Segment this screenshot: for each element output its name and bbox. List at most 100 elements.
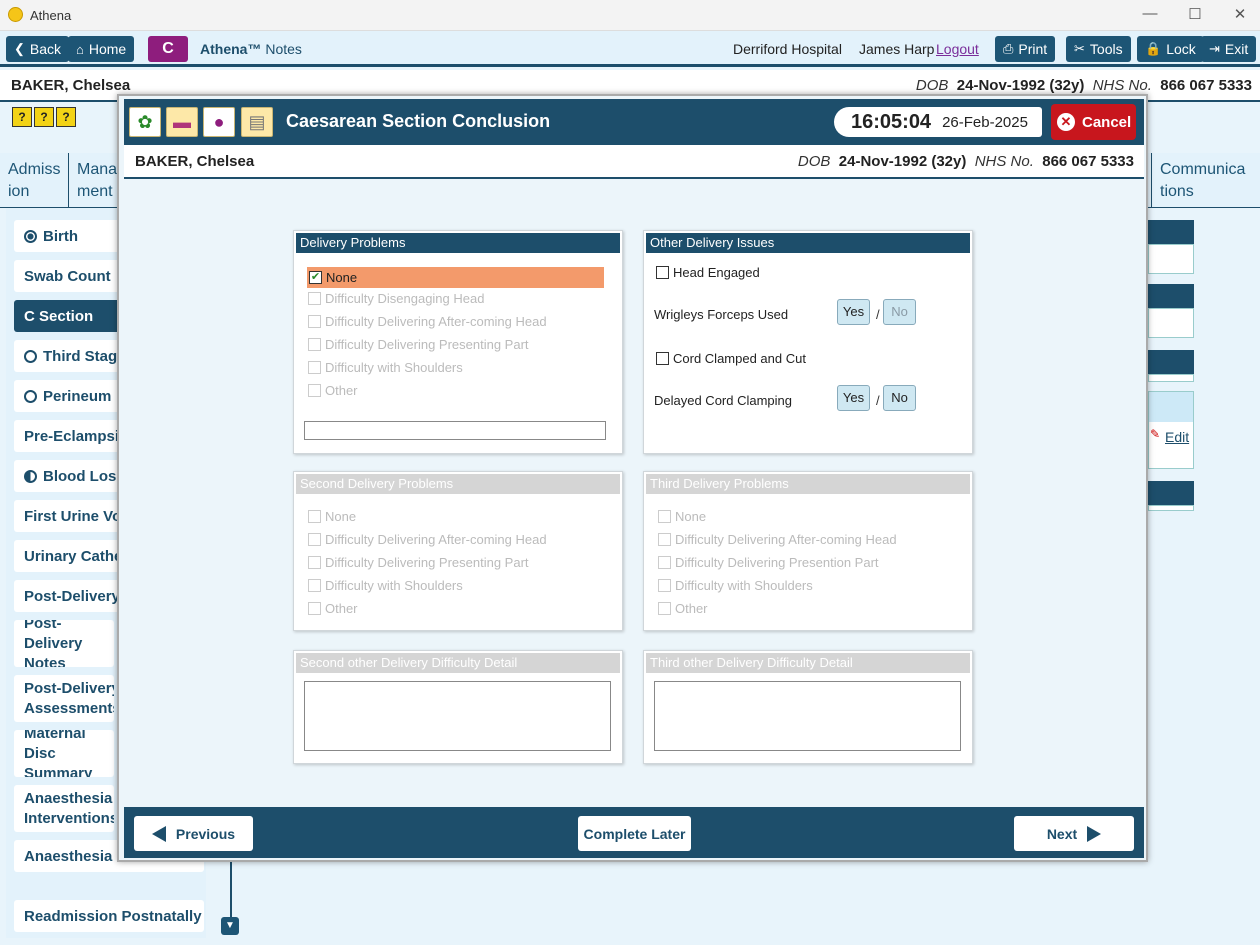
- tools-icon: ✂: [1074, 41, 1085, 56]
- next-button[interactable]: Next: [1014, 816, 1134, 851]
- separator: /: [876, 307, 880, 322]
- panel-body: [1148, 505, 1194, 511]
- checkbox-presenting-part[interactable]: Difficulty Delivering Presenting Part: [308, 555, 529, 570]
- lock-icon: 🔒: [1145, 41, 1162, 56]
- sidebar-item-label: Urinary Cathe: [24, 547, 123, 565]
- chevron-left-icon: ❮: [14, 41, 25, 56]
- edit-link[interactable]: Edit: [1165, 429, 1189, 445]
- flower-icon[interactable]: ✿: [129, 107, 161, 137]
- app-name: Athena™ Notes: [200, 41, 302, 57]
- option-label: Difficulty Delivering After-coming Head: [325, 314, 547, 329]
- checkbox-none[interactable]: None: [658, 509, 706, 524]
- tab-management[interactable]: Mana ment: [69, 153, 119, 208]
- checkbox-shoulders[interactable]: Difficulty with Shoulders: [308, 360, 463, 375]
- athena-logo-icon: [8, 7, 23, 22]
- notes-icon[interactable]: ▤: [241, 107, 273, 137]
- checkbox-cord-clamped[interactable]: Cord Clamped and Cut: [656, 351, 806, 366]
- back-button[interactable]: ❮ Back: [6, 36, 70, 62]
- sidebar-item-readmission-postnatally[interactable]: Readmission Postnatally: [14, 900, 204, 932]
- checkbox-box: [308, 384, 321, 397]
- checkbox-difficulty-disengaging-head[interactable]: Difficulty Disengaging Head: [308, 291, 484, 306]
- tab-admission[interactable]: Admiss ion: [0, 153, 69, 208]
- scroll-down-icon[interactable]: ▼: [221, 917, 239, 935]
- sidebar-item-post-delivery-assessments[interactable]: Post-Delivery Assessments: [14, 675, 114, 722]
- checkbox-box: [658, 510, 671, 523]
- dob-label: DOB: [915, 77, 949, 94]
- tools-label: Tools: [1089, 41, 1123, 57]
- third-detail-panel: Third other Delivery Difficulty Detail: [643, 650, 973, 764]
- checkbox-shoulders[interactable]: Difficulty with Shoulders: [658, 578, 813, 593]
- sidebar-item-label: Blood Loss: [43, 467, 125, 485]
- previous-button[interactable]: Previous: [134, 816, 253, 851]
- home-button[interactable]: ⌂ Home: [68, 36, 135, 62]
- panel-title: Third Delivery Problems: [646, 474, 970, 494]
- sidebar-item-anaesthesia-interventions[interactable]: Anaesthesia Interventions: [14, 785, 114, 832]
- main-toolbar: ❮ Back ⌂ Home C Athena™ Notes Derriford Ho…: [0, 31, 1260, 67]
- delayed-no-button[interactable]: No: [883, 385, 916, 411]
- checkbox-shoulders[interactable]: Difficulty with Shoulders: [308, 578, 463, 593]
- dob-label: DOB: [797, 153, 831, 170]
- panel-title: Delivery Problems: [296, 233, 620, 253]
- lock-label: Lock: [1166, 41, 1196, 57]
- checkbox-box: [308, 579, 321, 592]
- checkbox-presenting-part[interactable]: Difficulty Delivering Presention Part: [658, 555, 879, 570]
- print-button[interactable]: ⎙ Print: [995, 36, 1056, 62]
- sidebar-item-post-delivery-notes[interactable]: Post-Delivery Notes: [14, 620, 114, 667]
- delayed-yes-button[interactable]: Yes: [837, 385, 870, 411]
- panel-header: [1148, 284, 1194, 308]
- checkbox-other[interactable]: Other: [658, 601, 708, 616]
- wrigleys-no-button[interactable]: No: [883, 299, 916, 325]
- question-alert-icon[interactable]: ?: [56, 107, 76, 127]
- checkbox-box: [308, 533, 321, 546]
- complete-later-button[interactable]: Complete Later: [578, 816, 691, 851]
- nhs-label: NHS No.: [974, 153, 1034, 170]
- back-label: Back: [29, 41, 62, 57]
- option-label: Other: [675, 601, 708, 616]
- checkbox-after-coming-head[interactable]: Difficulty Delivering After-coming Head: [308, 314, 547, 329]
- maximize-icon[interactable]: ☐: [1180, 5, 1210, 23]
- checkbox-box: [656, 266, 669, 279]
- checkbox-presenting-part[interactable]: Difficulty Delivering Presenting Part: [308, 337, 529, 352]
- sidebar-item-label: Swab Count: [24, 267, 111, 285]
- datetime-display[interactable]: 16:05:04 26-Feb-2025: [834, 107, 1042, 137]
- patient-identifiers: DOB 24-Nov-1992 (32y) NHS No. 866 067 53…: [916, 77, 1252, 94]
- other-detail-input[interactable]: [304, 421, 606, 440]
- third-detail-textarea[interactable]: [654, 681, 961, 751]
- sidebar-item-label: Post-Delivery Assessments: [24, 679, 114, 717]
- option-label: Other: [325, 601, 358, 616]
- logout-link[interactable]: Logout: [936, 41, 979, 57]
- checkbox-head-engaged[interactable]: Head Engaged: [656, 265, 760, 280]
- window-titlebar: Athena — ☐ ✕: [0, 0, 1260, 31]
- patient-context-badge[interactable]: C: [148, 36, 188, 62]
- tab-communications[interactable]: Communica tions: [1151, 153, 1256, 208]
- close-circle-icon: ✕: [1057, 113, 1075, 131]
- nhs-label: NHS No.: [1092, 77, 1152, 94]
- wrigleys-yes-button[interactable]: Yes: [837, 299, 870, 325]
- checkbox-none[interactable]: ✔ None: [307, 267, 604, 288]
- close-icon[interactable]: ✕: [1225, 5, 1255, 23]
- minimize-icon[interactable]: —: [1135, 5, 1165, 22]
- cancel-button[interactable]: ✕ Cancel: [1051, 104, 1136, 140]
- medication-icon[interactable]: ▬: [166, 107, 198, 137]
- second-detail-panel: Second other Delivery Difficulty Detail: [293, 650, 623, 764]
- next-label: Next: [1046, 825, 1078, 842]
- checkbox-other[interactable]: Other: [308, 601, 358, 616]
- dialog-title: Caesarean Section Conclusion: [286, 111, 551, 131]
- mother-baby-icon[interactable]: ●: [203, 107, 235, 137]
- checkbox-after-coming-head[interactable]: Difficulty Delivering After-coming Head: [308, 532, 547, 547]
- sidebar-item-label: Post-Delivery Notes: [24, 620, 83, 667]
- note-alert-icon[interactable]: ?: [12, 107, 32, 127]
- exit-button[interactable]: ⇥ Exit: [1201, 36, 1257, 62]
- arrow-left-icon: [151, 825, 166, 842]
- option-label: None: [325, 509, 357, 524]
- second-detail-textarea[interactable]: [304, 681, 611, 751]
- tools-button[interactable]: ✂ Tools: [1066, 36, 1131, 62]
- checkbox-after-coming-head[interactable]: Difficulty Delivering After-coming Head: [658, 532, 897, 547]
- panel-header: [1148, 481, 1194, 505]
- incomplete-status-icon: [24, 389, 37, 403]
- sidebar-item-maternal-discharge-summary[interactable]: Maternal Disc Summary: [14, 730, 114, 777]
- question-alert-icon[interactable]: ?: [34, 107, 54, 127]
- checkbox-none[interactable]: None: [308, 509, 356, 524]
- lock-button[interactable]: 🔒 Lock: [1137, 36, 1204, 62]
- checkbox-other[interactable]: Other: [308, 383, 358, 398]
